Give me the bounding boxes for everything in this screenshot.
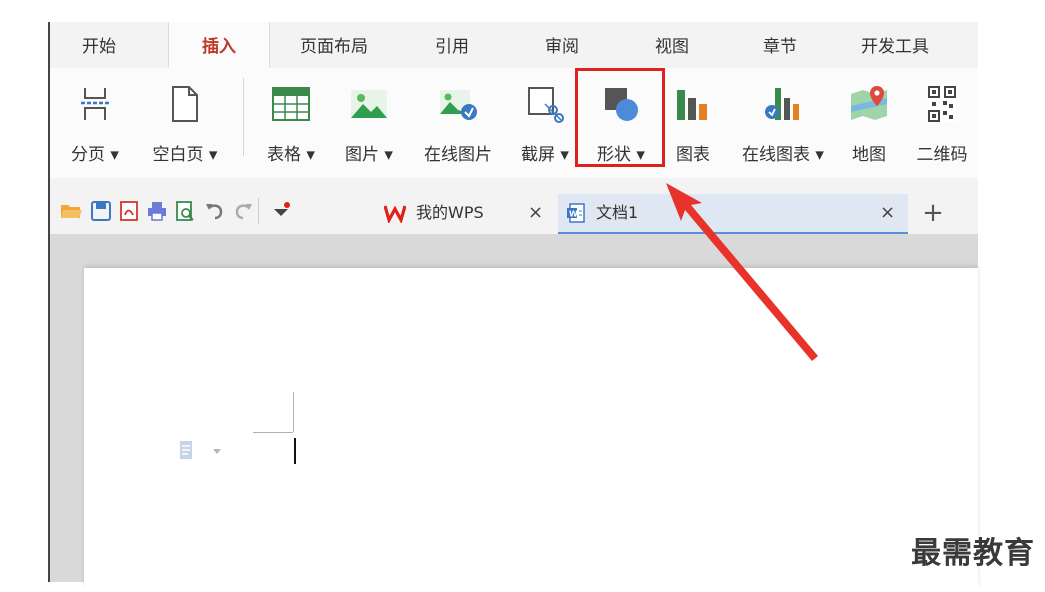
tab-home[interactable]: 开始 — [64, 22, 134, 68]
page-break-icon — [81, 88, 109, 120]
tab-review[interactable]: 审阅 — [522, 22, 602, 68]
qrcode-button[interactable]: 二维码 — [906, 78, 978, 178]
print-icon[interactable] — [146, 200, 168, 222]
tab-my-wps[interactable]: 我的WPS × — [382, 194, 554, 232]
print-preview-icon[interactable] — [174, 200, 196, 222]
page-break-button[interactable]: 分页 ▾ — [62, 78, 128, 178]
quick-access-toolbar: 我的WPS × W 文档1 × + — [50, 188, 978, 234]
paragraph-dropdown-icon[interactable] — [212, 448, 222, 456]
tab-references[interactable]: 引用 — [412, 22, 492, 68]
wps-writer-window: 开始 插入 页面布局 引用 审阅 视图 章节 开发工具 分页 ▾ 空白页 ▾ 表… — [48, 22, 978, 588]
shape-button-highlight — [575, 68, 665, 167]
screenshot-icon — [528, 87, 564, 123]
word-document-icon: W — [567, 203, 585, 223]
document-page[interactable] — [84, 268, 978, 588]
insert-ribbon: 分页 ▾ 空白页 ▾ 表格 ▾ 图片 ▾ 在线图片 截屏 ▾ 形状 ▾ 图表 在… — [50, 68, 978, 178]
tab-document-label: 文档1 — [596, 203, 639, 222]
screenshot-label: 截屏 ▾ — [521, 145, 569, 165]
margin-corner-mark-vertical — [293, 392, 294, 432]
tab-developer-tools[interactable]: 开发工具 — [840, 22, 950, 68]
picture-label: 图片 ▾ — [345, 145, 393, 165]
blank-page-label: 空白页 ▾ — [152, 145, 218, 165]
map-icon — [851, 86, 887, 120]
tab-document-1[interactable]: W 文档1 × — [558, 194, 908, 234]
save-icon[interactable] — [90, 200, 112, 222]
open-folder-icon[interactable] — [60, 200, 82, 222]
picture-button[interactable]: 图片 ▾ — [336, 78, 402, 178]
tab-my-wps-label: 我的WPS — [416, 203, 484, 222]
redo-icon[interactable] — [232, 200, 254, 222]
online-picture-button[interactable]: 在线图片 — [412, 78, 504, 178]
text-cursor — [294, 438, 296, 464]
qrcode-label: 二维码 — [916, 145, 968, 165]
document-canvas — [50, 234, 978, 588]
chart-button[interactable]: 图表 — [668, 78, 718, 178]
tab-view[interactable]: 视图 — [632, 22, 712, 68]
screenshot-button[interactable]: 截屏 ▾ — [512, 78, 578, 178]
wps-logo-icon — [384, 205, 406, 223]
customize-dropdown-icon[interactable] — [270, 200, 292, 222]
export-pdf-icon[interactable] — [118, 200, 140, 222]
online-picture-icon — [440, 90, 477, 120]
new-tab-button[interactable]: + — [918, 194, 948, 232]
blank-page-button[interactable]: 空白页 ▾ — [142, 78, 228, 178]
table-icon — [272, 87, 310, 121]
blank-page-icon — [172, 86, 198, 122]
map-label: 地图 — [852, 145, 886, 165]
page-break-label: 分页 ▾ — [71, 145, 119, 165]
chart-icon — [677, 90, 707, 120]
toolbar-divider — [258, 198, 259, 224]
picture-icon — [351, 90, 387, 118]
online-picture-label: 在线图片 — [424, 145, 492, 165]
svg-text:W: W — [569, 210, 578, 219]
online-chart-button[interactable]: 在线图表 ▾ — [730, 78, 836, 178]
watermark-text: 最需教育 — [911, 536, 1035, 571]
chart-label: 图表 — [676, 145, 710, 165]
margin-corner-mark-horizontal — [253, 432, 293, 433]
map-button[interactable]: 地图 — [844, 78, 894, 178]
menu-tab-bar: 开始 插入 页面布局 引用 审阅 视图 章节 开发工具 — [50, 22, 978, 68]
paragraph-layout-icon[interactable] — [178, 440, 196, 460]
tab-page-layout[interactable]: 页面布局 — [282, 22, 386, 68]
close-document-tab-button[interactable]: × — [880, 194, 895, 232]
online-chart-label: 在线图表 ▾ — [742, 145, 824, 165]
undo-icon[interactable] — [204, 200, 226, 222]
table-label: 表格 ▾ — [267, 145, 315, 165]
close-tab-button[interactable]: × — [528, 194, 543, 232]
qrcode-icon — [928, 86, 956, 122]
tab-chapter[interactable]: 章节 — [740, 22, 820, 68]
tab-insert[interactable]: 插入 — [168, 22, 270, 68]
ribbon-divider — [243, 78, 244, 156]
table-button[interactable]: 表格 ▾ — [258, 78, 324, 178]
online-chart-icon — [765, 88, 799, 120]
